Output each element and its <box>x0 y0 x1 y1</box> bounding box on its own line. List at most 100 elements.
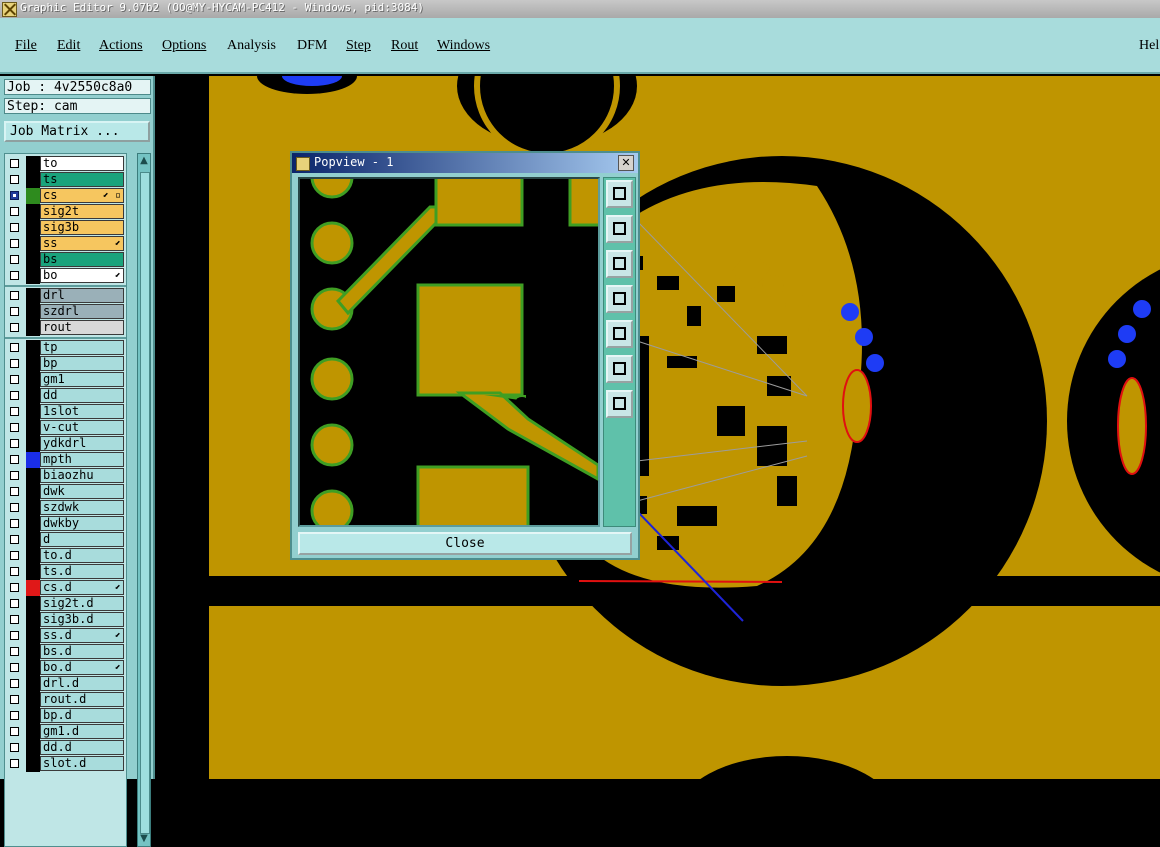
layer-name[interactable]: d <box>40 532 124 547</box>
layer-color-swatch[interactable] <box>26 204 40 220</box>
layer-name[interactable]: ss.d ⬋ <box>40 628 124 643</box>
layer-row[interactable]: ss ⬋ <box>5 236 126 252</box>
app-icon[interactable] <box>2 2 17 17</box>
layer-checkbox[interactable] <box>10 239 19 248</box>
layer-name[interactable]: ydkdrl <box>40 436 124 451</box>
layer-color-swatch[interactable] <box>26 484 40 500</box>
layer-name[interactable]: bp <box>40 356 124 371</box>
layer-checkbox[interactable] <box>10 583 19 592</box>
menu-windows[interactable]: Windows <box>437 38 490 54</box>
layer-name[interactable]: 1slot <box>40 404 124 419</box>
popview-tool-pan-down[interactable] <box>606 250 633 278</box>
layer-checkbox[interactable] <box>10 439 19 448</box>
layer-row[interactable]: szdrl <box>5 304 126 320</box>
layer-name[interactable]: tp <box>40 340 124 355</box>
layer-name[interactable]: drl.d <box>40 676 124 691</box>
layer-color-swatch[interactable] <box>26 660 40 676</box>
layer-name[interactable]: dwk <box>40 484 124 499</box>
popview-close-icon[interactable]: ✕ <box>618 155 634 171</box>
layer-name[interactable]: gm1 <box>40 372 124 387</box>
layer-color-swatch[interactable] <box>26 356 40 372</box>
layer-name[interactable]: bs.d <box>40 644 124 659</box>
layer-name[interactable]: dd.d <box>40 740 124 755</box>
menu-options[interactable]: Options <box>162 38 206 54</box>
layer-name[interactable]: mpth <box>40 452 124 467</box>
layer-checkbox[interactable] <box>10 759 19 768</box>
layer-color-swatch[interactable] <box>26 268 40 284</box>
layer-row[interactable]: ts.d <box>5 564 126 580</box>
layer-row[interactable]: sig2t.d <box>5 596 126 612</box>
layer-row[interactable]: dd.d <box>5 740 126 756</box>
layer-color-swatch[interactable] <box>26 288 40 304</box>
layer-color-swatch[interactable] <box>26 188 40 204</box>
layer-row[interactable]: ydkdrl <box>5 436 126 452</box>
layer-checkbox[interactable] <box>10 207 19 216</box>
layer-name[interactable]: sig3b <box>40 220 124 235</box>
layer-name[interactable]: sig2t <box>40 204 124 219</box>
layer-color-swatch[interactable] <box>26 468 40 484</box>
layer-checkbox[interactable] <box>10 727 19 736</box>
layer-color-swatch[interactable] <box>26 596 40 612</box>
layer-row[interactable]: to <box>5 156 126 172</box>
layer-checkbox[interactable] <box>10 487 19 496</box>
layer-checkbox[interactable] <box>10 391 19 400</box>
layer-row[interactable]: d <box>5 532 126 548</box>
layer-row[interactable]: dwk <box>5 484 126 500</box>
popview-tool-center[interactable] <box>606 390 633 418</box>
layer-name[interactable]: gm1.d <box>40 724 124 739</box>
popview-tool-pan-left[interactable] <box>606 285 633 313</box>
layer-checkbox[interactable] <box>10 551 19 560</box>
layer-name[interactable]: cs ⬋ ▫ <box>40 188 124 203</box>
layer-row[interactable]: gm1.d <box>5 724 126 740</box>
layer-checkbox[interactable] <box>10 647 19 656</box>
layer-color-swatch[interactable] <box>26 404 40 420</box>
menu-actions[interactable]: Actions <box>99 38 143 54</box>
menu-step[interactable]: Step <box>346 38 371 54</box>
layer-color-swatch[interactable] <box>26 740 40 756</box>
layer-name[interactable]: szdwk <box>40 500 124 515</box>
layer-row[interactable]: bs.d <box>5 644 126 660</box>
layer-color-swatch[interactable] <box>26 532 40 548</box>
layer-row[interactable]: cs ⬋ ▫ <box>5 188 126 204</box>
layer-checkbox[interactable] <box>10 471 19 480</box>
popview-tool-pan-up[interactable] <box>606 215 633 243</box>
layer-checkbox[interactable] <box>10 307 19 316</box>
layer-color-swatch[interactable] <box>26 320 40 336</box>
layer-color-swatch[interactable] <box>26 564 40 580</box>
layer-checkbox[interactable] <box>10 631 19 640</box>
layer-checkbox[interactable] <box>10 191 19 200</box>
layer-color-swatch[interactable] <box>26 220 40 236</box>
layer-checkbox[interactable] <box>10 323 19 332</box>
layer-row[interactable]: ss.d ⬋ <box>5 628 126 644</box>
layer-checkbox[interactable] <box>10 291 19 300</box>
layer-name[interactable]: rout <box>40 320 124 335</box>
layer-checkbox[interactable] <box>10 159 19 168</box>
popview-tool-pan-right[interactable] <box>606 320 633 348</box>
layer-checkbox[interactable] <box>10 663 19 672</box>
menu-analysis[interactable]: Analysis <box>227 38 276 54</box>
layer-checkbox[interactable] <box>10 375 19 384</box>
layer-name[interactable]: ts.d <box>40 564 124 579</box>
layer-color-swatch[interactable] <box>26 692 40 708</box>
popview-close-button[interactable]: Close <box>298 532 632 555</box>
layer-checkbox[interactable] <box>10 711 19 720</box>
layer-checkbox[interactable] <box>10 743 19 752</box>
layer-row[interactable]: sig3b <box>5 220 126 236</box>
layer-row[interactable]: dwkby <box>5 516 126 532</box>
layer-name[interactable]: dd <box>40 388 124 403</box>
layer-row[interactable]: drl.d <box>5 676 126 692</box>
scroll-thumb[interactable] <box>140 172 150 834</box>
layer-color-swatch[interactable] <box>26 644 40 660</box>
popview-title-bar[interactable]: Popview - 1 ✕ <box>292 153 638 173</box>
layer-row[interactable]: cs.d ⬋ <box>5 580 126 596</box>
layer-row[interactable]: drl <box>5 288 126 304</box>
job-matrix-button[interactable]: Job Matrix ... <box>4 121 150 142</box>
menu-help[interactable]: Hel <box>1139 38 1159 54</box>
layer-row[interactable]: rout <box>5 320 126 336</box>
popview-tool-zoom-fit[interactable] <box>606 355 633 383</box>
layer-color-swatch[interactable] <box>26 452 40 468</box>
layer-row[interactable]: 1slot <box>5 404 126 420</box>
layer-row[interactable]: bo.d ⬋ <box>5 660 126 676</box>
layer-row[interactable]: slot.d <box>5 756 126 772</box>
layer-color-swatch[interactable] <box>26 708 40 724</box>
